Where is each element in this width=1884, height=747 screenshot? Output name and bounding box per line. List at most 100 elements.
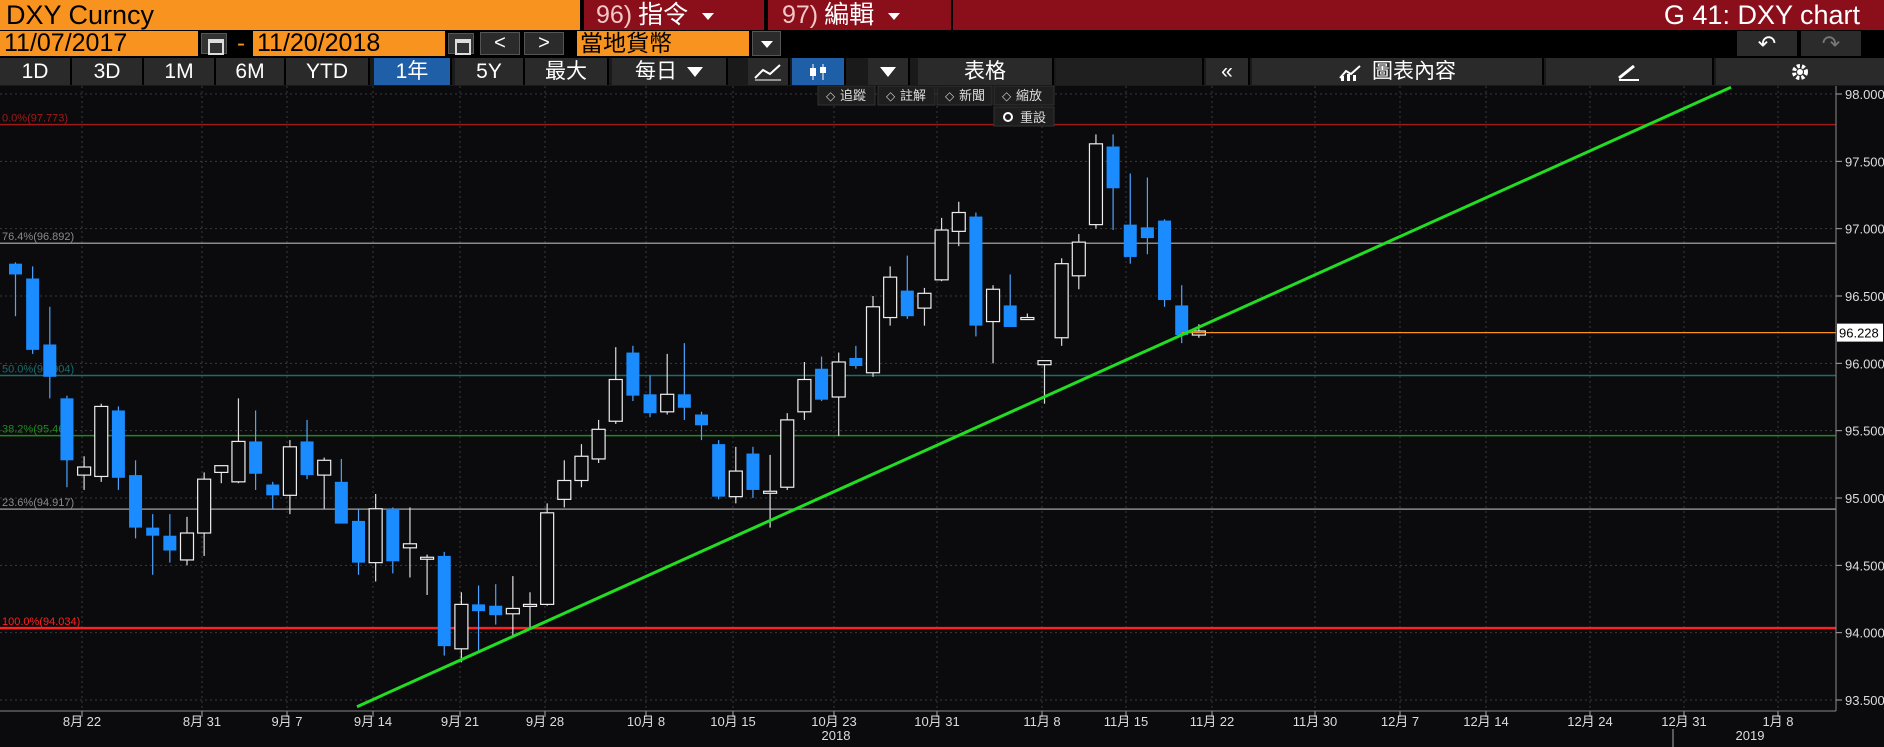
drawing-tool-2[interactable]: ◇ 新聞 <box>936 86 993 106</box>
candle-body <box>111 410 125 478</box>
redo-icon[interactable]: ↷ <box>1801 31 1861 56</box>
candle-body <box>900 290 914 317</box>
candle-body <box>163 535 177 551</box>
x-tick-label: 10月 31 <box>914 714 960 729</box>
period-max[interactable]: 最大 <box>525 58 609 85</box>
candle <box>626 345 640 402</box>
candle-body <box>591 428 606 460</box>
x-tick-label: 11月 22 <box>1190 714 1235 729</box>
x-tick-label: 8月 22 <box>63 714 101 729</box>
candle-body <box>762 490 778 494</box>
candle-body <box>626 352 640 396</box>
undo-icon[interactable]: ↶ <box>1737 31 1797 56</box>
calendar-icon[interactable] <box>448 33 474 55</box>
candle-body <box>865 306 881 374</box>
candlestick-icon[interactable] <box>792 58 846 85</box>
candle <box>780 413 795 490</box>
y-tick-label: 97.500 <box>1845 154 1884 169</box>
period-1m[interactable]: 1M <box>144 58 216 85</box>
candle-body <box>282 446 297 496</box>
candle <box>540 503 555 606</box>
candle-body <box>780 419 795 488</box>
candle-body <box>505 607 520 615</box>
candle-body <box>231 440 246 483</box>
actions-menu-number: 96) <box>596 1 633 29</box>
table-button[interactable]: 表格 <box>918 58 1054 85</box>
drawing-tool-label: 縮放 <box>1016 88 1042 103</box>
collapse-icon[interactable]: « <box>1206 58 1250 85</box>
drawing-tool-icon: ◇ <box>945 89 955 103</box>
currency-dropdown-button[interactable] <box>752 31 781 56</box>
candle-body <box>1003 305 1017 327</box>
x-tick-label: 12月 7 <box>1381 714 1419 729</box>
y-tick-label: 93.500 <box>1845 693 1884 708</box>
period-5y[interactable]: 5Y <box>455 58 525 85</box>
period-6m[interactable]: 6M <box>216 58 286 85</box>
period-3d[interactable]: 3D <box>72 58 144 85</box>
next-period-button[interactable]: > <box>524 32 564 55</box>
y-tick-label: 98.000 <box>1845 87 1884 102</box>
candle <box>1054 258 1069 346</box>
candle-body <box>249 441 263 474</box>
period-1d[interactable]: 1D <box>0 58 72 85</box>
frequency-label: 每日 <box>635 60 677 83</box>
edit-menu-button[interactable]: 97) 編輯 <box>768 0 951 30</box>
fib-level-label: 23.6%(94.917) <box>2 497 74 509</box>
x-tick-label: 9月 21 <box>441 714 479 729</box>
candle-body <box>660 393 675 413</box>
calendar-icon[interactable] <box>201 33 227 55</box>
fib-level-label: 0.0%(97.773) <box>2 113 68 125</box>
reset-button[interactable]: 重設 <box>993 106 1055 127</box>
chart-content-icon <box>1339 65 1361 82</box>
fib-level-label: 50.0%(95.904) <box>2 363 74 375</box>
candle-body <box>831 361 846 398</box>
start-date-field[interactable]: 11/07/2017 <box>0 31 198 56</box>
x-tick-label: 9月 28 <box>526 714 564 729</box>
drawing-tool-3[interactable]: ◇ 縮放 <box>993 86 1055 106</box>
year-label: 2019 <box>1736 728 1765 743</box>
y-tick-label: 96.500 <box>1845 289 1884 304</box>
security-field[interactable]: DXY Curncy <box>0 0 582 30</box>
x-tick-label: 11月 30 <box>1293 714 1338 729</box>
period-ytd[interactable]: YTD <box>286 58 370 85</box>
candle-body <box>1175 305 1189 336</box>
candle-body <box>1071 241 1086 277</box>
chevron-down-icon <box>687 67 703 78</box>
period-1y[interactable]: 1年 <box>374 58 452 85</box>
candle-body <box>1088 143 1104 226</box>
fib-level-label: 76.4%(96.892) <box>2 231 74 243</box>
candle-body <box>386 508 400 562</box>
end-date-field[interactable]: 11/20/2018 <box>253 31 445 56</box>
chart-content-button[interactable]: 圖表內容 <box>1252 58 1544 85</box>
candle <box>437 551 451 656</box>
candle <box>969 212 983 337</box>
candle-body <box>883 276 898 319</box>
drawing-tool-1[interactable]: ◇ 註解 <box>877 86 936 106</box>
y-tick-label: 94.500 <box>1845 558 1884 573</box>
prev-period-button[interactable]: < <box>480 32 520 55</box>
currency-field[interactable]: 當地貨幣 <box>577 31 749 56</box>
candle-body <box>677 394 691 408</box>
line-chart-icon[interactable] <box>748 58 790 85</box>
chart-title: G 41: DXY chart <box>953 0 1884 30</box>
drawing-tool-0[interactable]: ◇ 追蹤 <box>817 86 876 106</box>
drawing-tool-icon: ◇ <box>886 89 896 103</box>
drawing-tool-label: 新聞 <box>959 88 985 103</box>
candle-body <box>969 216 983 326</box>
x-tick-label: 12月 14 <box>1463 714 1509 729</box>
drawing-tool-icon: ◇ <box>826 89 836 103</box>
edit-drawing-icon[interactable] <box>1546 58 1714 85</box>
chart-type-dropdown[interactable] <box>868 58 910 85</box>
x-tick-label: 9月 7 <box>271 714 302 729</box>
candle-body <box>746 453 760 490</box>
y-tick-label: 97.000 <box>1845 222 1884 237</box>
candle-body <box>129 475 143 528</box>
gear-icon[interactable] <box>1716 58 1884 85</box>
candle-body <box>1158 220 1172 301</box>
price-chart[interactable]: 0.0%(97.773)76.4%(96.892)50.0%(95.904)38… <box>0 86 1884 747</box>
actions-menu-button[interactable]: 96) 指令 <box>584 0 764 30</box>
chevron-down-icon <box>888 12 901 20</box>
candle <box>712 440 726 500</box>
edit-menu-number: 97) <box>782 1 819 29</box>
frequency-dropdown[interactable]: 每日 <box>612 58 728 85</box>
